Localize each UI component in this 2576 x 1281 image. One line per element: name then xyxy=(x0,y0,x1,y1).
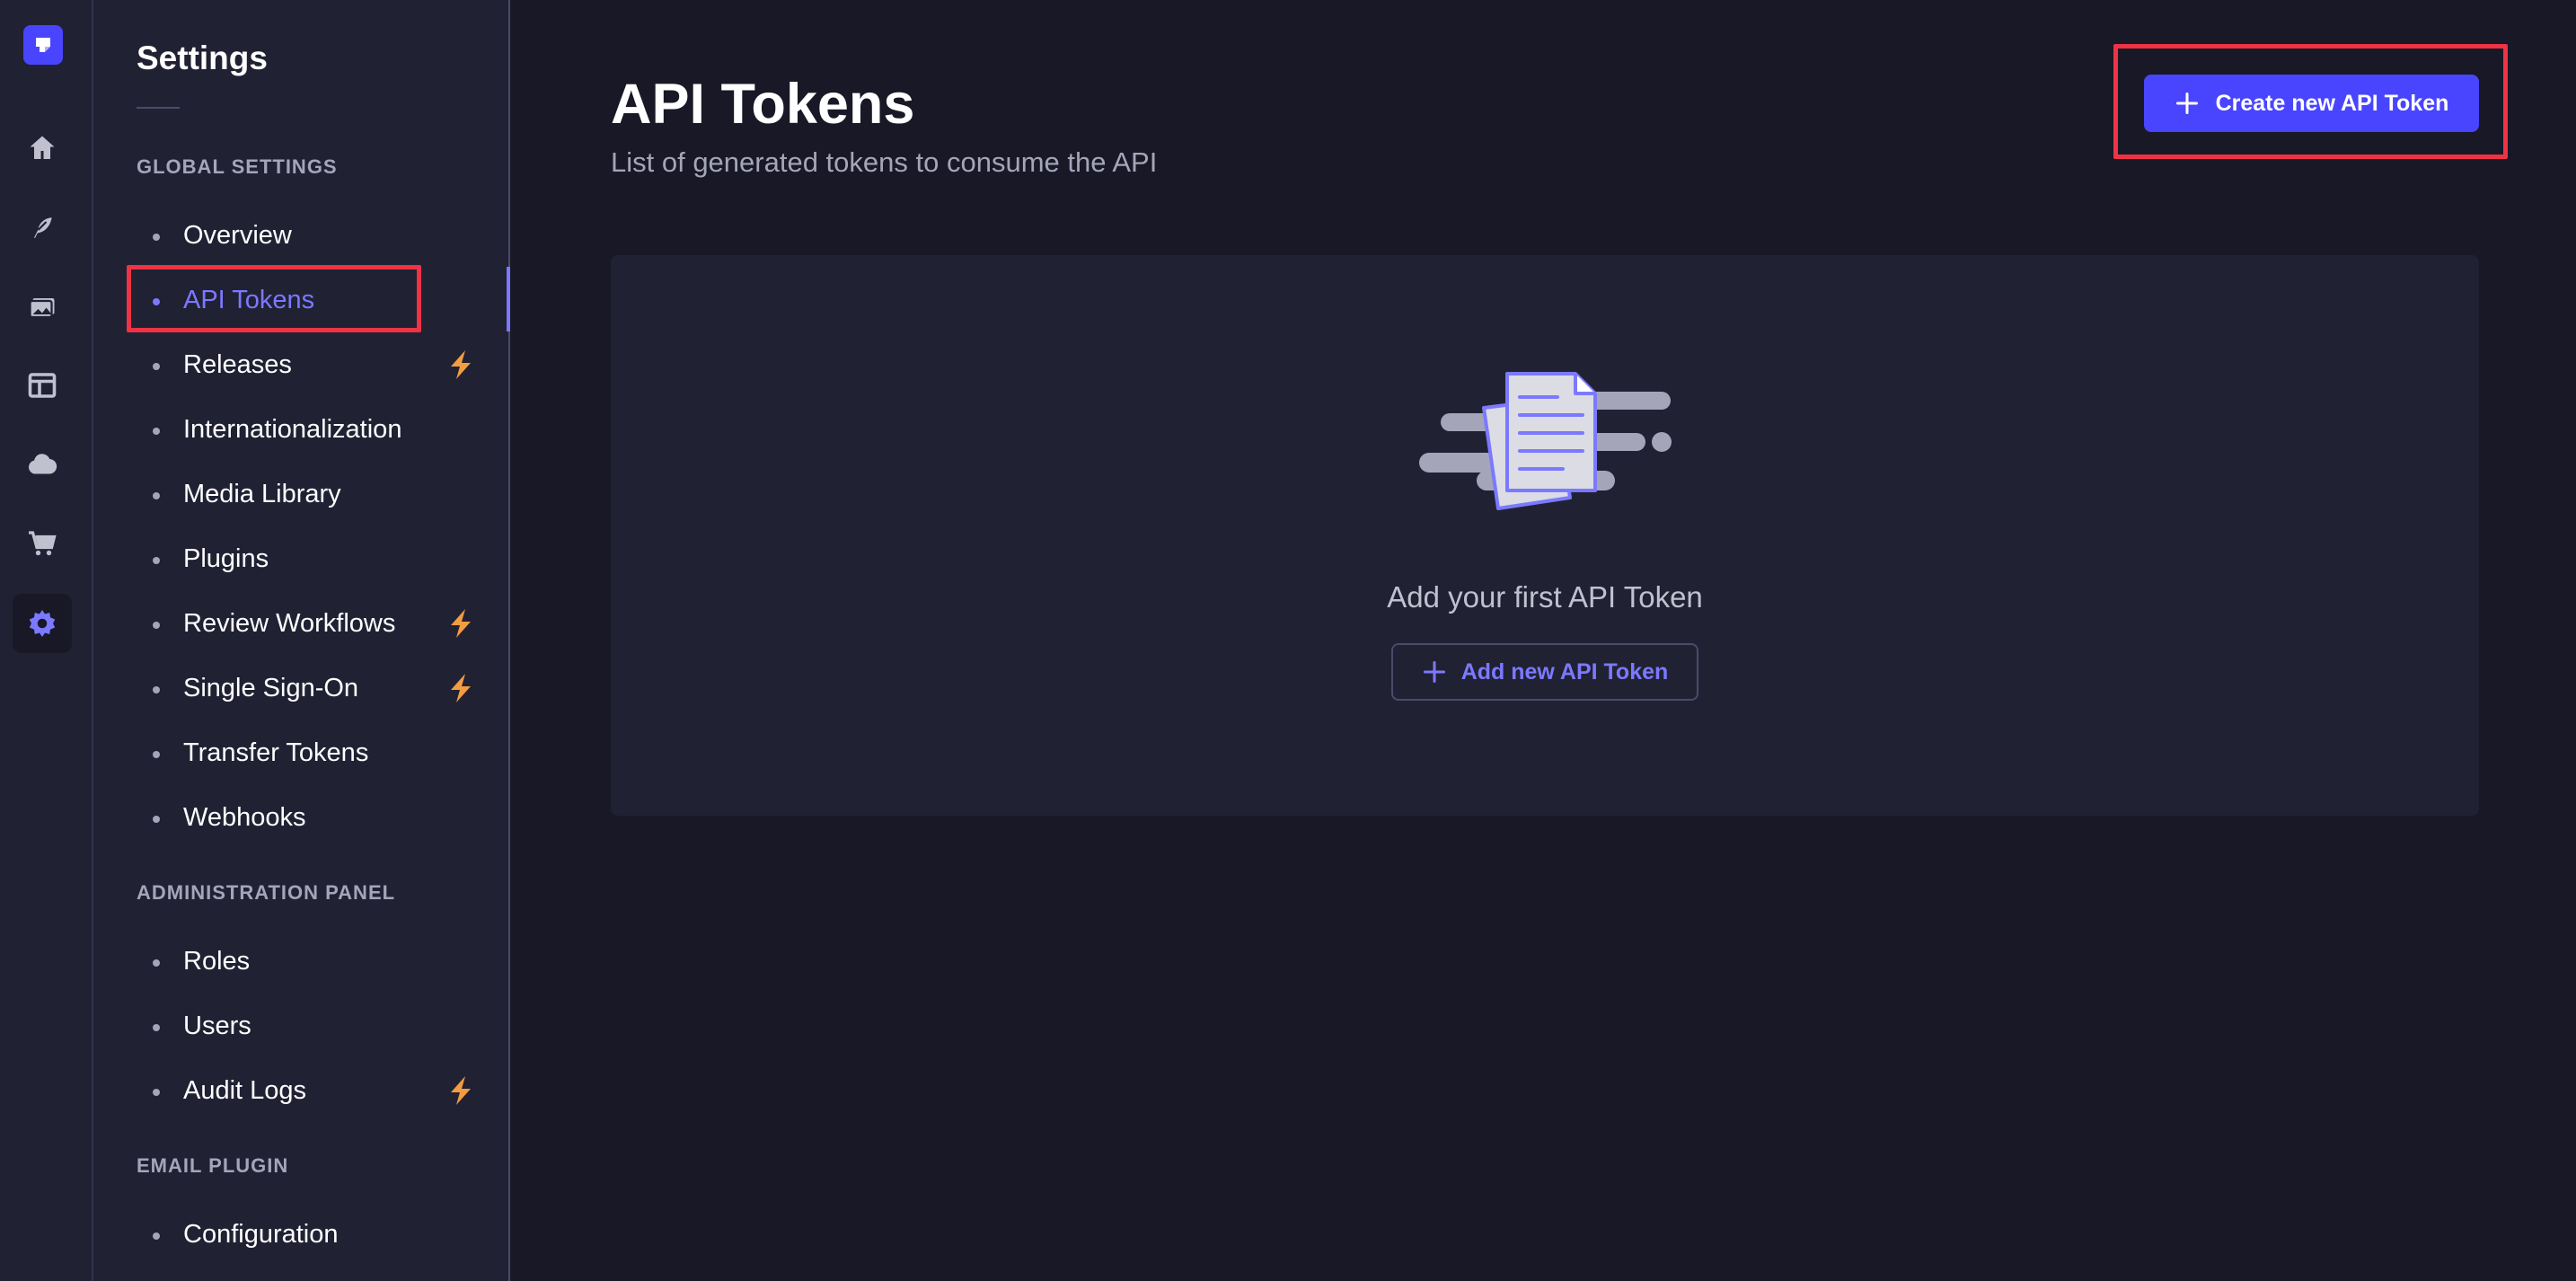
sidebar-item-webhooks[interactable]: Webhooks xyxy=(131,792,507,843)
active-indicator xyxy=(507,267,510,331)
sidebar-item-label: Webhooks xyxy=(183,802,306,832)
sidebar-item-transfer-tokens[interactable]: Transfer Tokens xyxy=(131,728,507,778)
empty-state-message: Add your first API Token xyxy=(1387,580,1703,614)
sidebar-item-audit-logs[interactable]: Audit Logs xyxy=(131,1065,507,1116)
lightning-icon xyxy=(451,609,471,638)
section-label-global-settings: GLOBAL SETTINGS xyxy=(137,155,338,178)
lightning-icon xyxy=(451,350,471,379)
bullet-dot xyxy=(153,686,160,694)
lightning-icon xyxy=(451,674,471,702)
documents-icon xyxy=(1419,372,1672,510)
sidebar-item-label: Single Sign-On xyxy=(183,673,359,702)
bullet-dot xyxy=(153,816,160,823)
bullet-dot xyxy=(153,622,160,629)
home-icon[interactable] xyxy=(13,119,72,178)
sidebar-item-label: Releases xyxy=(183,349,292,379)
settings-subnav: Settings GLOBAL SETTINGS Overview API To… xyxy=(93,0,510,1281)
sidebar-item-label: Roles xyxy=(183,946,251,976)
sidebar-item-internationalization[interactable]: Internationalization xyxy=(131,404,507,455)
sidebar-item-label: Overview xyxy=(183,220,292,250)
sidebar-item-releases[interactable]: Releases xyxy=(131,340,507,390)
create-api-token-button[interactable]: Create new API Token xyxy=(2144,75,2479,132)
button-label: Create new API Token xyxy=(2215,90,2449,116)
sidebar-item-label: Users xyxy=(183,1011,251,1040)
button-label: Add new API Token xyxy=(1460,658,1669,685)
subnav-divider xyxy=(137,107,180,109)
bullet-dot xyxy=(153,1089,160,1096)
add-api-token-button[interactable]: Add new API Token xyxy=(1391,643,1698,701)
sidebar-item-label: Media Library xyxy=(183,479,341,508)
sidebar-item-label: Configuration xyxy=(183,1219,339,1249)
bullet-dot xyxy=(153,557,160,564)
feather-icon[interactable] xyxy=(13,198,72,257)
page-title: API Tokens xyxy=(611,73,915,136)
sidebar-item-label: Transfer Tokens xyxy=(183,738,369,767)
sidebar-item-plugins[interactable]: Plugins xyxy=(131,534,507,584)
section-label-administration-panel: ADMINISTRATION PANEL xyxy=(137,881,396,904)
bullet-dot xyxy=(153,363,160,370)
sidebar-item-label: Internationalization xyxy=(183,414,402,444)
cloud-icon[interactable] xyxy=(13,435,72,494)
main-nav-rail xyxy=(0,0,93,1281)
app-root: Settings GLOBAL SETTINGS Overview API To… xyxy=(0,0,2576,1281)
bullet-dot xyxy=(153,959,160,967)
sidebar-item-users[interactable]: Users xyxy=(131,1001,507,1051)
media-icon[interactable] xyxy=(13,277,72,336)
cart-icon[interactable] xyxy=(13,514,72,573)
bullet-dot xyxy=(153,751,160,758)
plus-icon xyxy=(1423,660,1445,684)
page-subtitle: List of generated tokens to consume the … xyxy=(611,146,1158,178)
sidebar-item-label: Audit Logs xyxy=(183,1075,307,1105)
empty-state-card: Add your first API Token Add new API Tok… xyxy=(611,255,2479,816)
bullet-dot xyxy=(153,492,160,499)
gear-icon[interactable] xyxy=(13,594,72,653)
layout-icon[interactable] xyxy=(13,356,72,415)
bullet-dot xyxy=(153,1232,160,1240)
bullet-dot xyxy=(153,234,160,241)
section-label-email-plugin: EMAIL PLUGIN xyxy=(137,1154,289,1177)
subnav-title: Settings xyxy=(137,40,268,76)
plus-icon xyxy=(2175,92,2198,115)
sidebar-item-overview[interactable]: Overview xyxy=(131,210,507,261)
bullet-dot xyxy=(153,428,160,435)
sidebar-item-label: Review Workflows xyxy=(183,608,396,638)
bullet-dot xyxy=(153,1024,160,1031)
sidebar-item-configuration[interactable]: Configuration xyxy=(131,1209,507,1259)
sidebar-item-review-workflows[interactable]: Review Workflows xyxy=(131,598,507,649)
sidebar-item-media-library[interactable]: Media Library xyxy=(131,469,507,519)
highlight-api-tokens-nav xyxy=(127,265,421,332)
sidebar-item-single-sign-on[interactable]: Single Sign-On xyxy=(131,663,507,713)
logo-icon[interactable] xyxy=(23,25,63,65)
sidebar-item-roles[interactable]: Roles xyxy=(131,936,507,986)
sidebar-item-label: Plugins xyxy=(183,543,269,573)
lightning-icon xyxy=(451,1076,471,1105)
